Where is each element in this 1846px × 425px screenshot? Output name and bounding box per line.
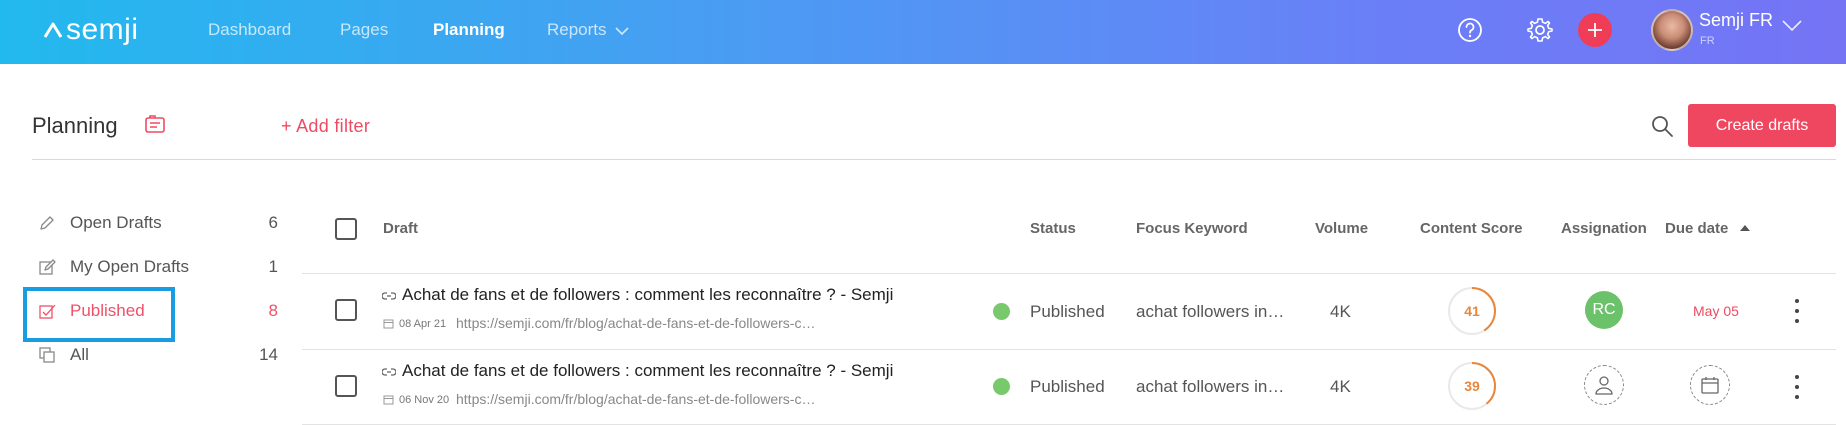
column-header-assignation[interactable]: Assignation [1561,220,1647,237]
sidebar-item-count: 1 [268,257,278,276]
draft-url[interactable]: https://semji.com/fr/blog/achat-de-fans-… [456,391,815,407]
draft-title[interactable]: Achat de fans et de followers : comment … [402,361,893,381]
copy-icon [38,346,56,364]
column-header-status[interactable]: Status [1030,220,1076,237]
semji-logo[interactable]: semji [42,13,139,47]
assign-user-button[interactable] [1584,365,1624,405]
search-volume: 4K [1330,377,1351,396]
row-more-menu-icon[interactable] [1791,375,1803,399]
user-icon [1595,376,1613,395]
add-plus-button[interactable] [1578,13,1612,47]
table-divider [302,273,1836,274]
selection-highlight [23,287,175,342]
status-text: Published [1030,302,1105,321]
sidebar-item-count: 8 [268,301,278,320]
link-icon [382,368,396,376]
link-icon [382,292,396,300]
search-icon[interactable] [1650,114,1674,138]
user-avatar[interactable] [1651,9,1693,51]
nav-reports[interactable]: Reports [547,20,629,40]
sidebar-item-count: 6 [268,213,278,232]
assignee-avatar[interactable]: RC [1585,291,1623,329]
due-date[interactable]: May 05 [1693,303,1739,319]
add-filter-button[interactable]: + Add filter [281,116,370,137]
top-navigation-bar: semji Dashboard Pages Planning Reports S… [0,0,1846,64]
nav-pages[interactable]: Pages [340,20,388,40]
draft-url[interactable]: https://semji.com/fr/blog/achat-de-fans-… [456,315,815,331]
nav-planning[interactable]: Planning [433,20,505,40]
user-name[interactable]: Semji FR [1699,10,1773,31]
row-more-menu-icon[interactable] [1791,299,1803,323]
sidebar-item-all[interactable]: All 14 [38,340,278,370]
calendar-icon [383,319,394,329]
column-header-draft[interactable]: Draft [383,220,418,237]
user-menu-chevron-icon[interactable] [1782,20,1802,32]
calendar-icon [1701,377,1719,394]
sidebar-item-label: My Open Drafts [70,257,190,276]
content-score-ring[interactable]: 41 [1447,286,1497,336]
select-all-checkbox[interactable] [335,218,357,240]
create-drafts-button[interactable]: Create drafts [1688,104,1836,147]
sort-ascending-icon [1739,225,1750,231]
nav-dashboard[interactable]: Dashboard [208,20,291,40]
calendar-icon [383,395,394,405]
page-title: Planning [32,113,118,138]
sidebar-item-label: All [70,345,89,364]
draft-date: 06 Nov 20 [399,394,450,406]
help-icon[interactable] [1454,14,1486,46]
status-text: Published [1030,377,1105,396]
settings-gear-icon[interactable] [1524,14,1556,46]
plus-icon [1588,23,1602,37]
draft-title[interactable]: Achat de fans et de followers : comment … [402,285,893,305]
user-workspace: FR [1700,35,1715,47]
chevron-down-icon [615,26,629,35]
planning-folder-icon [145,115,165,133]
sidebar-item-count: 14 [259,345,278,364]
status-published-dot [993,303,1010,320]
search-volume: 4K [1330,302,1351,321]
focus-keyword[interactable]: achat followers in… [1136,377,1284,397]
sidebar-item-label: Open Drafts [70,213,162,232]
pencil-icon [38,214,56,232]
sidebar-item-my-open-drafts[interactable]: My Open Drafts 1 [38,252,278,282]
status-published-dot [993,378,1010,395]
focus-keyword[interactable]: achat followers in… [1136,302,1284,322]
table-divider [302,349,1836,350]
column-header-content-score[interactable]: Content Score [1420,220,1523,237]
due-date-label: Due date [1665,220,1729,237]
column-header-due-date[interactable]: Due date [1665,220,1751,237]
edit-icon [38,258,56,276]
set-due-date-button[interactable] [1690,365,1730,405]
row-checkbox[interactable] [335,299,357,321]
column-header-volume[interactable]: Volume [1315,220,1368,237]
logo-mark-icon [43,22,63,38]
nav-reports-label: Reports [547,20,607,39]
column-header-focus-keyword[interactable]: Focus Keyword [1136,220,1248,237]
row-checkbox[interactable] [335,375,357,397]
content-score-ring[interactable]: 39 [1447,361,1497,411]
content-score-value: 39 [1464,378,1480,394]
logo-text: semji [66,13,139,46]
draft-date: 08 Apr 21 [399,318,447,330]
content-score-value: 41 [1464,303,1480,319]
sidebar-item-open-drafts[interactable]: Open Drafts 6 [38,208,278,238]
header-divider [32,159,1836,160]
